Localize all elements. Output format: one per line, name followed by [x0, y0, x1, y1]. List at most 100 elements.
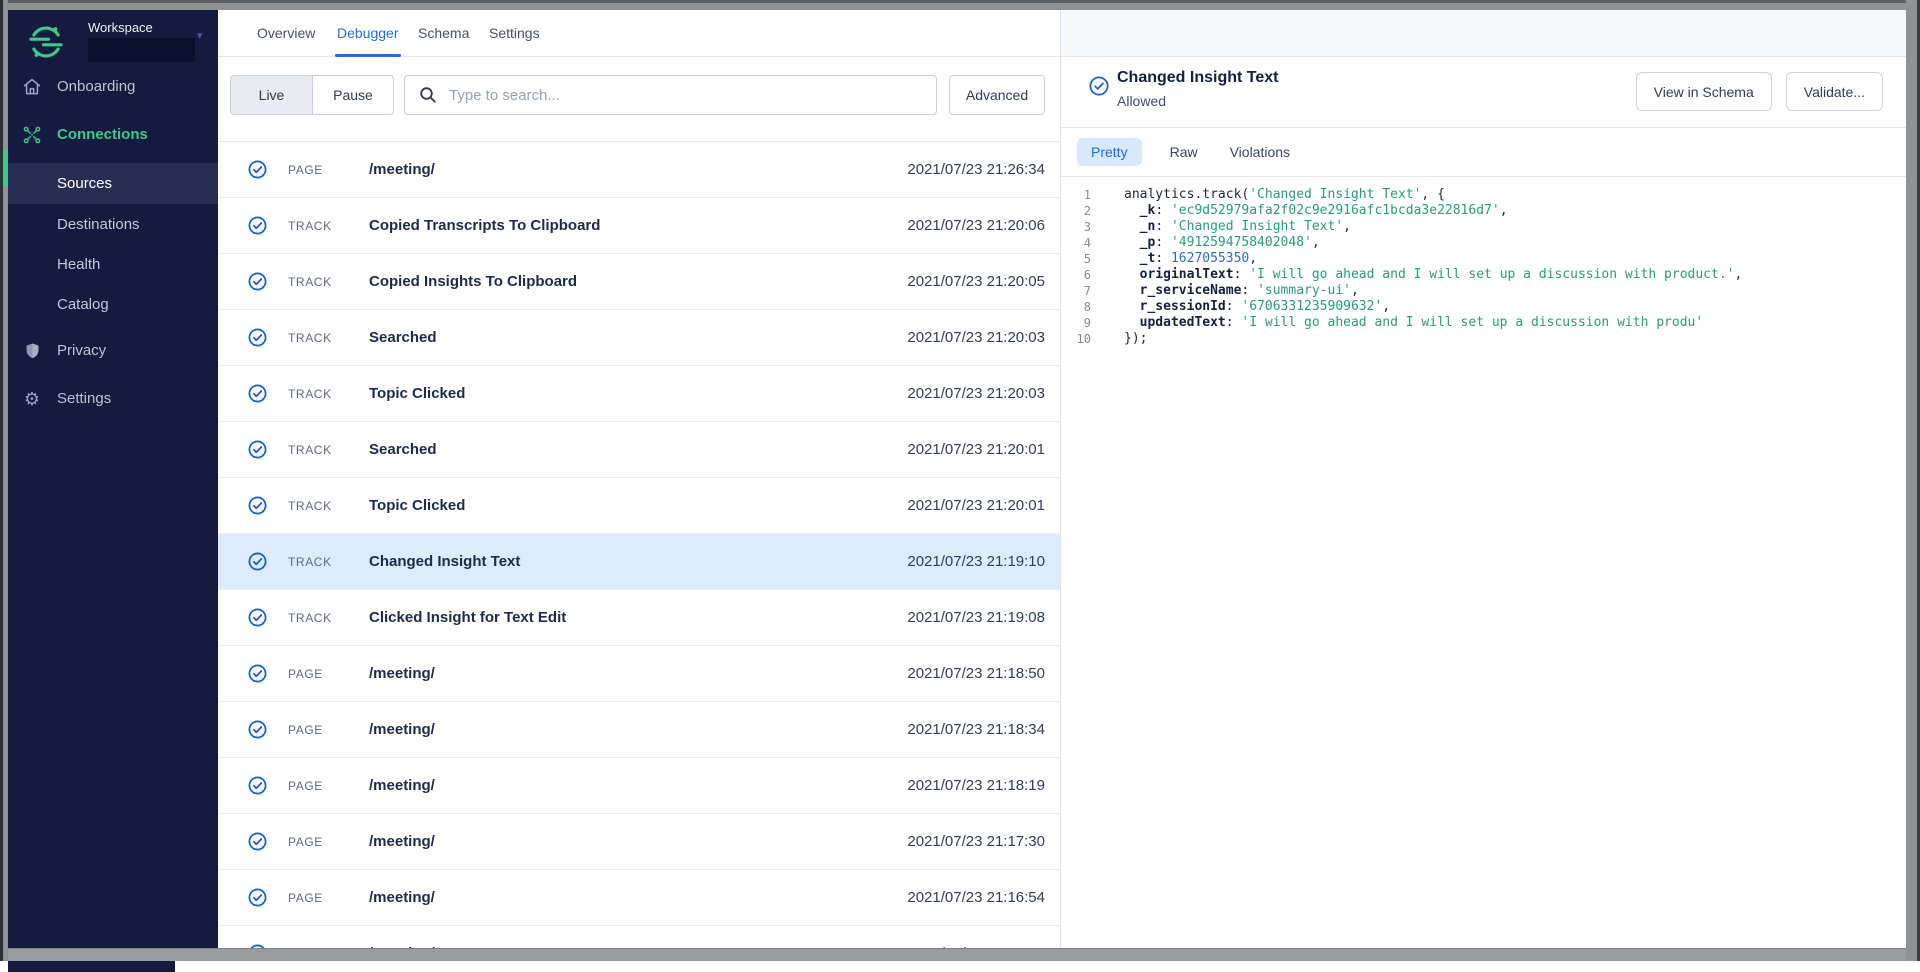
line-number: 9 — [1083, 316, 1091, 330]
event-type: TRACK — [288, 499, 332, 513]
advanced-button[interactable]: Advanced — [949, 75, 1045, 115]
event-row[interactable]: PAGE /meeting/ 2021/07/23 21:16:54 — [218, 870, 1060, 926]
live-pause-toggle: Live Pause — [230, 75, 394, 115]
detail-title: Changed Insight Text — [1117, 69, 1279, 86]
view-in-schema-button[interactable]: View in Schema — [1635, 72, 1772, 111]
tab-raw[interactable]: Raw — [1166, 138, 1202, 166]
sidebar-item-health[interactable]: Health — [8, 244, 218, 285]
tab-settings[interactable]: Settings — [489, 10, 540, 57]
tab-schema[interactable]: Schema — [418, 10, 469, 57]
detail-status: Allowed — [1117, 93, 1167, 109]
sidebar: Workspace ▾ Onboarding Connections Sourc… — [8, 10, 218, 948]
check-circle-icon — [248, 608, 267, 632]
event-row[interactable]: PAGE /meeting/ 2021/07/23 21:17:30 — [218, 814, 1060, 870]
sidebar-item-catalog[interactable]: Catalog — [8, 284, 218, 325]
connections-icon — [21, 125, 43, 145]
event-name: Copied Insights To Clipboard — [369, 273, 578, 290]
line-number: 7 — [1083, 284, 1091, 298]
event-timestamp: 2021/07/23 21:20:01 — [907, 441, 1045, 458]
event-row[interactable]: TRACK Topic Clicked 2021/07/23 21:20:01 — [218, 478, 1060, 534]
event-timestamp: 2021/07/23 21:17:30 — [907, 833, 1045, 850]
line-number: 1 — [1083, 188, 1091, 202]
event-row[interactable]: TRACK Copied Transcripts To Clipboard 20… — [218, 198, 1060, 254]
event-row[interactable]: PAGE /meeting/ 2021/07/23 21:18:50 — [218, 646, 1060, 702]
tab-pretty[interactable]: Pretty — [1077, 138, 1142, 166]
check-circle-icon — [1089, 76, 1109, 101]
check-circle-icon — [248, 160, 267, 184]
event-type: PAGE — [288, 891, 323, 905]
detail-header: Changed Insight Text Allowed View in Sch… — [1061, 57, 1906, 128]
live-button[interactable]: Live — [231, 76, 313, 114]
line-number: 4 — [1083, 236, 1091, 250]
line-number: 10 — [1076, 332, 1091, 346]
event-row[interactable]: PAGE /meeting/ 2021/07/23 21:26:34 — [218, 142, 1060, 198]
line-content: analytics.track('Changed Insight Text', … — [1124, 187, 1445, 202]
tab-overview[interactable]: Overview — [257, 10, 315, 57]
search-input[interactable] — [447, 85, 936, 105]
debugger-controls: Live Pause Advanced — [218, 57, 1060, 141]
check-circle-icon — [248, 888, 267, 912]
code-line: 7 r_serviceName: 'summary-ui', — [1061, 283, 1906, 299]
check-circle-icon — [248, 720, 267, 744]
event-timestamp: 2021/07/23 21:20:01 — [907, 497, 1045, 514]
event-row[interactable]: PAGE /meeting/ 2021/07/23 21:16:15 — [218, 926, 1060, 948]
frame-accent-strip — [3, 150, 8, 186]
sidebar-item-connections[interactable]: Connections — [8, 122, 218, 150]
tab-debugger[interactable]: Debugger — [335, 10, 400, 57]
sidebar-item-settings[interactable]: ⚙ Settings — [8, 386, 218, 414]
validate-button[interactable]: Validate... — [1785, 72, 1883, 111]
shield-icon — [21, 341, 43, 361]
sidebar-bottom-strip — [8, 961, 175, 972]
event-row[interactable]: TRACK Searched 2021/07/23 21:20:01 — [218, 422, 1060, 478]
event-type: TRACK — [288, 443, 332, 457]
event-row[interactable]: TRACK Copied Insights To Clipboard 2021/… — [218, 254, 1060, 310]
event-timestamp: 2021/07/23 21:20:05 — [907, 273, 1045, 290]
event-name: /meeting/ — [369, 161, 435, 178]
line-content: _k: 'ec9d52979afa2f02c9e2916afc1bcda3e22… — [1139, 203, 1508, 218]
event-name: Copied Transcripts To Clipboard — [369, 217, 601, 234]
event-row[interactable]: PAGE /meeting/ 2021/07/23 21:18:34 — [218, 702, 1060, 758]
line-content: r_serviceName: 'summary-ui', — [1139, 283, 1359, 298]
detail-top-band — [1061, 10, 1906, 57]
event-name: /meeting/ — [369, 777, 435, 794]
event-name: /meeting/ — [369, 721, 435, 738]
gear-icon: ⚙ — [23, 389, 41, 409]
sidebar-item-onboarding[interactable]: Onboarding — [8, 74, 218, 102]
code-line: 9 updatedText: 'I will go ahead and I wi… — [1061, 315, 1906, 331]
event-row[interactable]: PAGE /meeting/ 2021/07/23 21:18:19 — [218, 758, 1060, 814]
tab-violations[interactable]: Violations — [1226, 138, 1294, 166]
pause-button[interactable]: Pause — [313, 76, 393, 114]
line-number: 3 — [1083, 220, 1091, 234]
event-detail-panel: Changed Insight Text Allowed View in Sch… — [1060, 10, 1906, 948]
event-type: TRACK — [288, 331, 332, 345]
debugger-panel: Overview Debugger Schema Settings Live P… — [218, 10, 1060, 948]
event-timestamp: 2021/07/23 21:19:10 — [907, 553, 1045, 570]
event-timestamp: 2021/07/23 21:20:03 — [907, 329, 1045, 346]
event-row[interactable]: TRACK Searched 2021/07/23 21:20:03 — [218, 310, 1060, 366]
event-name: /meeting/ — [369, 889, 435, 906]
code-line: 8 r_sessionId: '6706331235909632', — [1061, 299, 1906, 315]
event-type: PAGE — [288, 835, 323, 849]
event-timestamp: 2021/07/23 21:16:15 — [907, 945, 1045, 948]
sidebar-item-sources[interactable]: Sources — [8, 163, 218, 204]
event-timestamp: 2021/07/23 21:26:34 — [907, 161, 1045, 178]
event-row[interactable]: TRACK Changed Insight Text 2021/07/23 21… — [218, 534, 1060, 590]
sidebar-item-privacy[interactable]: Privacy — [8, 338, 218, 366]
event-row[interactable]: TRACK Topic Clicked 2021/07/23 21:20:03 — [218, 366, 1060, 422]
event-timestamp: 2021/07/23 21:18:34 — [907, 721, 1045, 738]
home-icon — [21, 77, 43, 97]
check-circle-icon — [248, 496, 267, 520]
event-row[interactable]: TRACK Clicked Insight for Text Edit 2021… — [218, 590, 1060, 646]
event-timestamp: 2021/07/23 21:18:50 — [907, 665, 1045, 682]
check-circle-icon — [248, 944, 267, 948]
check-circle-icon — [248, 216, 267, 240]
workspace-switcher[interactable]: Workspace ▾ — [8, 10, 218, 74]
chevron-down-icon[interactable]: ▾ — [197, 29, 203, 42]
event-timestamp: 2021/07/23 21:20:06 — [907, 217, 1045, 234]
page-bottom-strip — [0, 961, 1920, 972]
sidebar-item-destinations[interactable]: Destinations — [8, 204, 218, 245]
event-type: PAGE — [288, 947, 323, 948]
window-frame-bottom — [0, 948, 1920, 961]
event-name: Topic Clicked — [369, 497, 466, 514]
event-type: PAGE — [288, 667, 323, 681]
